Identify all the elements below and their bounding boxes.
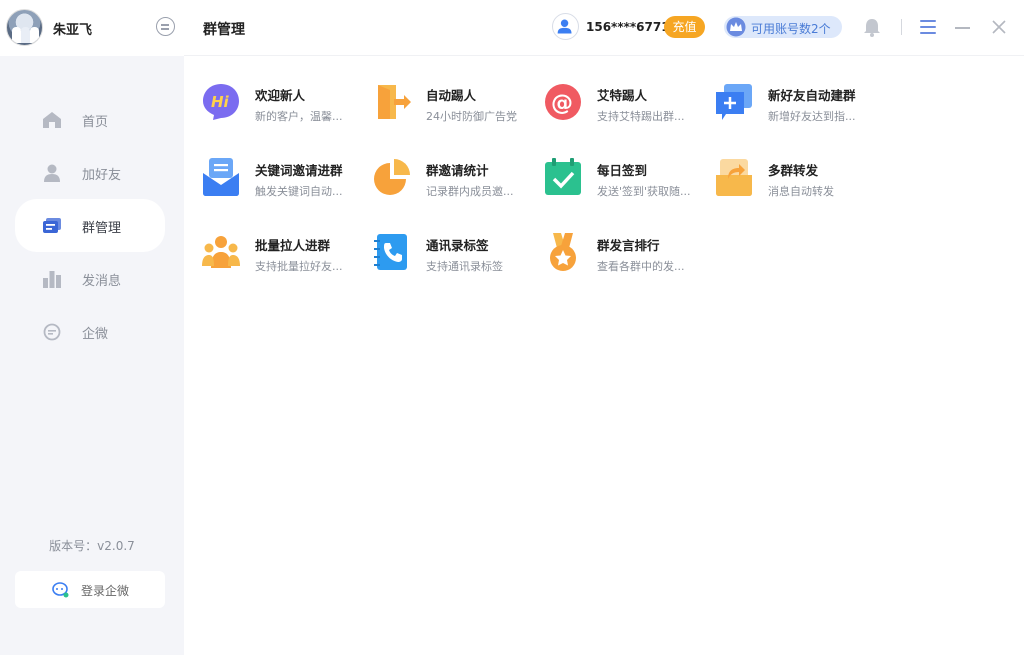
minimize-icon[interactable] (955, 27, 970, 29)
available-accounts-badge[interactable]: 可用账号数2个 (724, 16, 842, 38)
door-exit-icon (378, 85, 411, 119)
feature-invite-stats[interactable]: 群邀请统计 记录群内成员邀... (355, 157, 525, 215)
feature-daily-checkin[interactable]: 每日签到 发送'签到'获取随... (526, 157, 696, 215)
forward-box-icon (716, 159, 752, 196)
feature-batch-add-group[interactable]: 批量拉人进群 支持批量拉好友... (184, 232, 354, 290)
feature-title: 欢迎新人 (255, 88, 306, 103)
at-sign-icon: @ (545, 84, 581, 120)
feature-auto-kick[interactable]: 自动踢人 24小时防御广告党 (355, 82, 525, 140)
feature-multi-forward[interactable]: 多群转发 消息自动转发 (697, 157, 867, 215)
feature-speech-ranking[interactable]: 群发言排行 查看各群中的发... (526, 232, 696, 290)
sidebar-item-label: 加好友 (82, 168, 122, 183)
sidebar-item-send-message[interactable]: 发消息 (15, 252, 165, 305)
sidebar-item-wecom[interactable]: 企微 (15, 305, 165, 358)
sidebar-item-home[interactable]: 首页 (15, 93, 165, 146)
feature-title: 新好友自动建群 (768, 88, 856, 103)
feature-keyword-invite[interactable]: 关键词邀请进群 触发关键词自动... (184, 157, 354, 215)
feature-desc: 新的客户，温馨... (255, 110, 343, 123)
feature-desc: 支持通讯录标签 (426, 260, 503, 273)
feature-desc: 记录群内成员邀... (426, 185, 514, 198)
feature-desc: 24小时防御广告党 (426, 110, 517, 123)
feature-title: 关键词邀请进群 (255, 163, 343, 178)
feature-desc: 支持批量拉好友... (255, 260, 343, 273)
sidebar-item-label: 群管理 (82, 221, 122, 236)
feature-title: 群邀请统计 (426, 163, 489, 178)
feature-desc: 新增好友达到指... (768, 110, 856, 123)
feature-new-friend-group[interactable]: 新好友自动建群 新增好友达到指... (697, 82, 867, 140)
bar-chart-icon (43, 271, 61, 288)
contact-book-icon (374, 234, 407, 270)
login-wecom-button[interactable]: 登录企微 (15, 571, 165, 608)
feature-welcome-new[interactable]: Hi 欢迎新人 新的客户，温馨... (184, 82, 354, 140)
feature-title: 艾特踢人 (597, 88, 648, 103)
svg-text:Hi: Hi (211, 93, 230, 111)
sidebar-item-label: 发消息 (82, 274, 122, 289)
crown-icon (726, 17, 746, 37)
svg-text:@: @ (551, 91, 573, 116)
feature-at-kick[interactable]: @ 艾特踢人 支持艾特踢出群... (526, 82, 696, 140)
avatar[interactable] (6, 9, 43, 46)
sidebar-item-add-friend[interactable]: 加好友 (15, 146, 165, 199)
menu-icon[interactable] (920, 19, 936, 35)
people-group-icon (202, 236, 240, 268)
divider (901, 19, 902, 35)
page-title: 群管理 (203, 22, 245, 38)
create-group-icon (716, 84, 752, 120)
profile-bar: 朱亚飞 (0, 0, 184, 56)
feature-desc: 发送'签到'获取随... (597, 185, 691, 198)
feature-title: 群发言排行 (597, 238, 660, 253)
feature-title: 通讯录标签 (426, 238, 489, 253)
version-label: 版本号：v2.0.7 (49, 539, 135, 553)
calendar-check-icon (545, 158, 581, 195)
sidebar-item-label: 首页 (82, 115, 109, 130)
feature-grid: Hi 欢迎新人 新的客户，温馨... 自动踢人 24小时防御广告党 @ 艾特踢人… (184, 56, 1024, 655)
home-icon (43, 112, 61, 128)
feature-desc: 查看各群中的发... (597, 260, 685, 273)
medal-icon (550, 233, 576, 271)
wecom-logo-icon (52, 582, 69, 598)
feature-desc: 消息自动转发 (768, 185, 834, 198)
bell-icon[interactable] (862, 17, 882, 37)
sidebar-item-group-manage[interactable]: 群管理 (15, 199, 165, 252)
feature-desc: 触发关键词自动... (255, 185, 343, 198)
user-add-icon (44, 164, 60, 182)
top-bar: 群管理 156****6771 充值 可用账号数2个 (184, 0, 1024, 56)
group-manage-icon (43, 218, 61, 233)
sidebar: 朱亚飞 首页 加好友 群管理 发消息 企微 版本号：v2.0.7 登录企微 (0, 0, 184, 655)
username: 朱亚飞 (53, 23, 93, 38)
chat-bubble-icon (43, 323, 61, 341)
feature-contact-tags[interactable]: 通讯录标签 支持通讯录标签 (355, 232, 525, 290)
account-number: 156****6771 (586, 20, 670, 34)
pie-chart-icon (374, 159, 410, 195)
feature-title: 多群转发 (768, 163, 819, 178)
login-wecom-label: 登录企微 (81, 584, 130, 598)
sidebar-nav: 首页 加好友 群管理 发消息 企微 (15, 93, 165, 358)
envelope-icon (203, 158, 239, 196)
feature-title: 批量拉人进群 (255, 238, 331, 253)
profile-menu-icon[interactable] (156, 17, 175, 36)
close-icon[interactable] (991, 19, 1007, 35)
feature-desc: 支持艾特踢出群... (597, 110, 685, 123)
feature-title: 每日签到 (597, 163, 648, 178)
recharge-button[interactable]: 充值 (664, 16, 705, 38)
feature-title: 自动踢人 (426, 88, 477, 103)
available-accounts-label: 可用账号数2个 (751, 22, 831, 36)
sidebar-item-label: 企微 (82, 327, 109, 342)
hi-welcome-icon: Hi (203, 84, 239, 120)
user-avatar-icon[interactable] (552, 13, 579, 40)
